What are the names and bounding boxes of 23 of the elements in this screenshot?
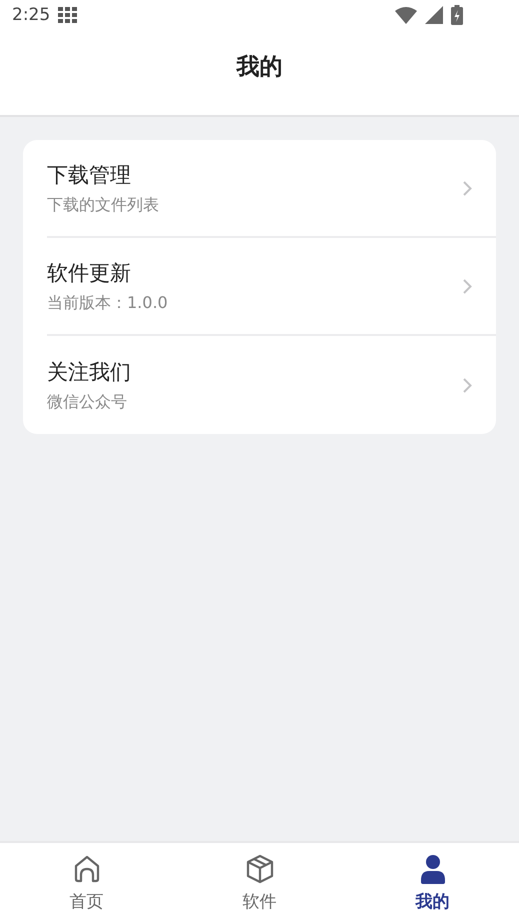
wifi-icon — [395, 6, 417, 24]
menu-item-subtitle: 当前版本：1.0.0 — [47, 292, 169, 314]
tab[interactable]: 首页 — [0, 843, 173, 923]
chevron-right-icon — [463, 278, 472, 294]
menu-item[interactable]: 关注我们 微信公众号 — [47, 336, 496, 434]
menu-item-title: 软件更新 — [47, 260, 132, 286]
menu-item-title: 下载管理 — [47, 162, 132, 188]
tab[interactable]: 软件 — [173, 843, 346, 923]
signal-icon — [425, 6, 443, 24]
tab[interactable]: 我的 — [346, 843, 519, 923]
menu-item[interactable]: 下载管理 下载的文件列表 — [47, 140, 496, 238]
menu-item-subtitle: 微信公众号 — [47, 392, 128, 412]
person-icon — [420, 854, 446, 884]
menu-item-title: 关注我们 — [47, 358, 132, 386]
page-title: 我的 — [236, 53, 282, 82]
chevron-right-icon — [463, 378, 472, 392]
status-time: 2:25 — [12, 5, 50, 25]
grid-icon — [58, 7, 78, 23]
menu-item-subtitle: 下载的文件列表 — [47, 194, 160, 216]
chevron-right-icon — [463, 180, 472, 196]
box-icon — [244, 854, 274, 884]
menu-item[interactable]: 软件更新 当前版本：1.0.0 — [47, 238, 496, 336]
battery-icon — [451, 5, 463, 25]
